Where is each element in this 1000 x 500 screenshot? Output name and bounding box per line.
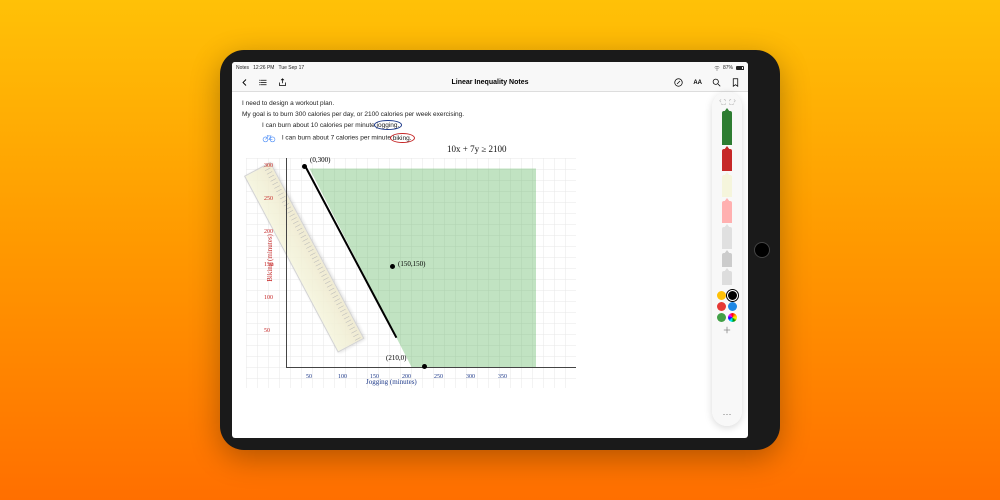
bookmark-icon[interactable] [731,78,740,87]
note-line: I need to design a workout plan. [242,100,738,107]
screen: Notes 12:26 PM Tue Sep 17 87% Linear Ine… [232,62,748,438]
back-app-label[interactable]: Notes [236,65,249,71]
x-tick: 200 [402,374,411,380]
y-tick: 50 [264,328,270,334]
toolbar: Linear Inequality Notes AA [232,74,748,92]
data-point [390,264,395,269]
equation: 10x + 7y ≥ 2100 [447,144,507,154]
color-red[interactable] [717,302,726,311]
undo-icon[interactable] [719,98,726,105]
keyword-jogging: jogging. [377,122,400,129]
bike-icon [262,133,276,143]
pencil-tool[interactable] [722,201,732,223]
point-label: (210,0) [386,354,406,362]
y-tick: 300 [264,163,273,169]
marker-tool[interactable] [722,149,732,171]
add-icon[interactable] [723,326,731,334]
y-axis [286,158,287,368]
back-icon[interactable] [240,78,249,87]
note-content[interactable]: I need to design a workout plan. My goal… [232,92,748,438]
graph: Biking (minutes) Jogging (minutes) 300 2… [246,158,576,388]
x-axis [286,367,576,368]
redo-icon[interactable] [729,98,736,105]
x-tick: 350 [498,374,507,380]
color-picker[interactable] [728,313,737,322]
status-date: Tue Sep 17 [278,65,304,71]
pencil-palette[interactable]: ⋯ [712,92,742,426]
y-tick: 150 [264,262,273,268]
color-black[interactable] [728,291,737,300]
y-tick: 100 [264,295,273,301]
x-tick: 250 [434,374,443,380]
share-icon[interactable] [278,78,287,87]
page-title: Linear Inequality Notes [451,79,528,86]
status-bar: Notes 12:26 PM Tue Sep 17 87% [232,62,748,74]
text-size-icon[interactable]: AA [693,80,702,86]
x-tick: 300 [466,374,475,380]
eraser-tool[interactable] [722,227,732,249]
x-tick: 150 [370,374,379,380]
color-yellow[interactable] [717,291,726,300]
lasso-tool[interactable] [722,253,732,267]
x-tick: 100 [338,374,347,380]
color-swatches [717,291,737,322]
search-icon[interactable] [712,78,721,87]
markup-icon[interactable] [674,78,683,87]
data-point [422,364,427,369]
x-tick: 50 [306,374,312,380]
ruler-palette-tool[interactable] [722,271,732,285]
home-button[interactable] [754,242,770,258]
color-blue[interactable] [728,302,737,311]
more-icon[interactable]: ⋯ [723,409,732,420]
ipad-device: Notes 12:26 PM Tue Sep 17 87% Linear Ine… [220,50,780,450]
status-time: 12:26 PM [253,65,274,71]
battery-pct: 87% [723,65,733,71]
battery-icon [736,66,744,70]
highlighter-tool[interactable] [722,175,732,197]
color-green[interactable] [717,313,726,322]
note-bullet: I can burn about 10 calories per minute … [262,122,738,129]
keyword-biking: biking. [393,135,412,142]
data-point [302,164,307,169]
note-line: My goal is to burn 300 calories per day,… [242,111,738,118]
list-icon[interactable] [259,78,268,87]
y-tick: 250 [264,196,273,202]
y-tick: 200 [264,229,273,235]
point-label: (0,300) [310,156,330,164]
note-bullet: I can burn about 7 calories per minute b… [262,133,738,143]
wifi-icon [714,66,720,71]
point-label: (150,150) [398,260,425,268]
pen-tool[interactable] [722,111,732,145]
y-axis-label: Biking (minutes) [266,234,274,282]
